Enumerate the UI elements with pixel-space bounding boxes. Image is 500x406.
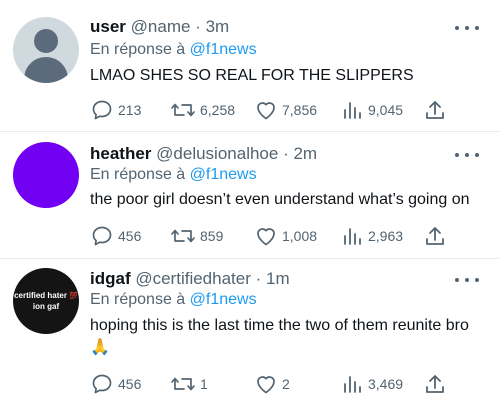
share-button[interactable] xyxy=(424,372,446,396)
hundred-emoji-icon: 💯 xyxy=(69,292,78,300)
retweet-icon xyxy=(171,103,195,117)
timestamp[interactable]: 2m xyxy=(293,144,317,163)
display-name[interactable]: idgaf xyxy=(90,269,131,288)
retweet-button[interactable]: 859 xyxy=(170,224,223,248)
folded-hands-emoji-icon: 🙏 xyxy=(90,339,110,356)
reply-context: En réponse à @f1news xyxy=(90,290,257,310)
view-count: 2,963 xyxy=(368,228,404,244)
reply-count: 213 xyxy=(118,102,142,118)
share-icon xyxy=(426,227,444,245)
avatar[interactable]: certified hater 💯 ion gaf xyxy=(13,268,79,334)
tweet-text: LMAO SHES SO REAL FOR THE SLIPPERS xyxy=(90,67,414,84)
views-icon xyxy=(344,228,361,245)
like-button[interactable]: 2 xyxy=(254,372,290,396)
avatar-text-2: ion gaf xyxy=(32,301,60,311)
user-handle[interactable]: @name xyxy=(131,17,191,36)
share-button[interactable] xyxy=(424,224,446,248)
reply-icon xyxy=(92,100,112,120)
like-count: 1,008 xyxy=(282,228,318,244)
display-name[interactable]: user xyxy=(90,17,126,36)
more-options-icon[interactable] xyxy=(455,148,479,162)
share-button[interactable] xyxy=(424,98,446,122)
reply-prefix: En réponse à xyxy=(90,291,186,308)
views-icon xyxy=(344,102,361,119)
separator: · xyxy=(278,144,294,163)
user-handle[interactable]: @delusionalhoe xyxy=(156,144,278,163)
tweet-3[interactable]: certified hater 💯 ion gaf idgaf @certifi… xyxy=(0,259,500,406)
retweet-count: 859 xyxy=(200,228,224,244)
tweet-header: user @name · 3m xyxy=(90,16,229,38)
heart-icon xyxy=(257,228,275,246)
avatar[interactable] xyxy=(13,17,79,83)
view-count: 3,469 xyxy=(368,376,404,392)
reply-count: 456 xyxy=(118,228,142,244)
tweet-actions: 456 859 1,008 2,963 xyxy=(90,224,450,248)
reply-mention-link[interactable]: @f1news xyxy=(190,291,257,308)
reply-button[interactable]: 213 xyxy=(90,98,141,122)
separator: · xyxy=(250,269,266,288)
timestamp[interactable]: 3m xyxy=(206,17,230,36)
user-handle[interactable]: @certifiedhater xyxy=(135,269,251,288)
share-icon xyxy=(426,375,444,393)
tweet-header: heather @delusionalhoe · 2m xyxy=(90,143,317,165)
reply-icon xyxy=(92,374,112,394)
more-options-icon[interactable] xyxy=(455,273,479,287)
avatar[interactable] xyxy=(13,142,79,208)
more-options-icon[interactable] xyxy=(455,21,479,35)
reply-context: En réponse à @f1news xyxy=(90,165,257,185)
retweet-count: 1 xyxy=(200,376,208,392)
views-icon xyxy=(344,376,361,393)
display-name[interactable]: heather xyxy=(90,144,151,163)
views-button[interactable]: 2,963 xyxy=(340,224,403,248)
avatar-text: certified hater xyxy=(14,290,67,300)
reply-prefix: En réponse à xyxy=(90,41,186,58)
reply-mention-link[interactable]: @f1news xyxy=(190,166,257,183)
tweet-actions: 456 1 2 3,469 xyxy=(90,372,450,396)
views-button[interactable]: 3,469 xyxy=(340,372,403,396)
reply-mention-link[interactable]: @f1news xyxy=(190,41,257,58)
reply-button[interactable]: 456 xyxy=(90,224,141,248)
heart-icon xyxy=(257,376,275,394)
retweet-icon xyxy=(171,229,195,243)
tweet-text: hoping this is the last time the two of … xyxy=(90,317,469,334)
reply-prefix: En réponse à xyxy=(90,166,186,183)
reply-button[interactable]: 456 xyxy=(90,372,141,396)
reply-count: 456 xyxy=(118,376,142,392)
views-button[interactable]: 9,045 xyxy=(340,98,403,122)
view-count: 9,045 xyxy=(368,102,404,118)
timestamp[interactable]: 1m xyxy=(266,269,290,288)
like-count: 2 xyxy=(282,376,290,392)
tweet-2[interactable]: heather @delusionalhoe · 2m En réponse à… xyxy=(0,132,500,258)
tweet-header: idgaf @certifiedhater · 1m xyxy=(90,268,290,290)
retweet-count: 6,258 xyxy=(200,102,236,118)
retweet-icon xyxy=(171,377,195,391)
tweet-actions: 213 6,258 7,856 9,045 xyxy=(90,98,450,122)
default-profile-icon xyxy=(34,29,58,53)
share-icon xyxy=(426,101,444,119)
tweet-text: the poor girl doesn’t even understand wh… xyxy=(90,191,470,208)
reply-context: En réponse à @f1news xyxy=(90,40,257,60)
like-button[interactable]: 7,856 xyxy=(254,98,317,122)
separator: · xyxy=(190,17,206,36)
retweet-button[interactable]: 1 xyxy=(170,372,208,396)
reply-icon xyxy=(92,226,112,246)
heart-icon xyxy=(257,102,275,120)
retweet-button[interactable]: 6,258 xyxy=(170,98,235,122)
tweet-1[interactable]: user @name · 3m En réponse à @f1news LMA… xyxy=(0,0,500,131)
like-button[interactable]: 1,008 xyxy=(254,224,317,248)
like-count: 7,856 xyxy=(282,102,318,118)
